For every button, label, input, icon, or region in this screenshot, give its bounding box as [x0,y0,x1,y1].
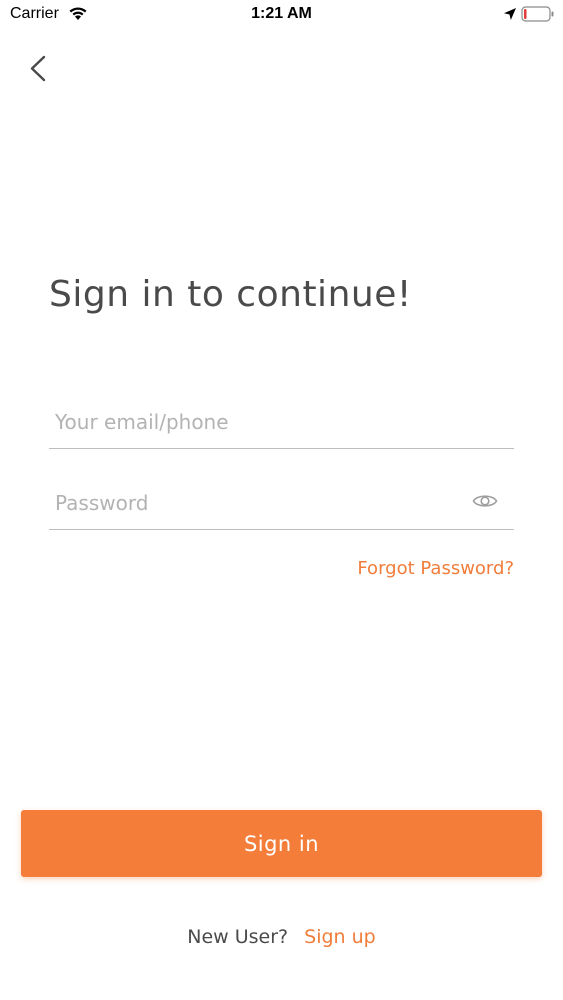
eye-icon[interactable] [472,491,498,511]
sign-up-link[interactable]: Sign up [304,926,376,948]
password-input[interactable] [49,477,514,529]
forgot-password-link[interactable]: Forgot Password? [357,558,514,579]
location-icon [503,6,517,20]
back-button[interactable] [18,48,58,88]
signup-prompt: New User? Sign up [0,926,563,948]
email-field-container [49,396,514,449]
status-bar: Carrier 1:21 AM [0,0,563,30]
chevron-left-icon [30,55,46,82]
password-field-container [49,477,514,530]
new-user-label: New User? [187,926,289,948]
status-time: 1:21 AM [251,5,312,22]
page-title: Sign in to continue! [49,274,412,316]
email-input[interactable] [49,396,514,448]
sign-in-button[interactable]: Sign in [21,810,542,877]
battery-icon [521,5,555,23]
